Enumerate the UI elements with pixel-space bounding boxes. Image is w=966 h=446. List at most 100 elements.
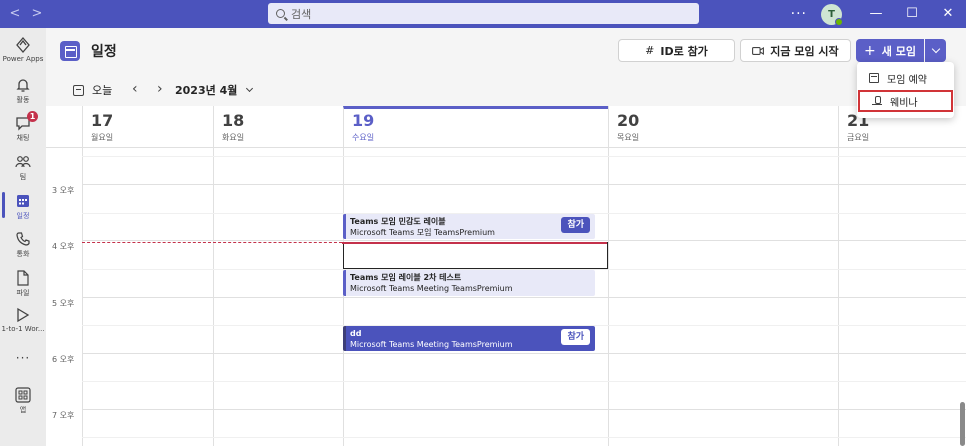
rail-label: 팀 xyxy=(19,173,27,181)
join-event-button[interactable]: 참가 xyxy=(561,329,590,345)
hour-line xyxy=(82,409,966,410)
day-name: 수요일 xyxy=(352,133,375,142)
calendar-add-icon xyxy=(869,73,879,83)
hour-line xyxy=(82,184,966,185)
file-icon xyxy=(17,270,29,286)
join-by-id-label: ID로 참가 xyxy=(660,44,708,58)
event-subtitle: Microsoft Teams Meeting TeamsPremium xyxy=(350,340,513,349)
calendar-icon xyxy=(17,195,29,207)
rail-item-calendar[interactable]: 일정 xyxy=(0,192,46,221)
half-hour-line xyxy=(82,156,966,157)
webinar-icon xyxy=(872,96,882,106)
back-arrow-icon[interactable]: < xyxy=(6,4,24,24)
meet-now-button[interactable]: 지금 모임 시작 xyxy=(740,39,851,62)
calendar-event[interactable]: Teams 모임 레이블 2차 테스트 Microsoft Teams Meet… xyxy=(343,270,595,296)
day-number: 19 xyxy=(352,111,375,130)
new-meeting-dropdown-button[interactable] xyxy=(925,39,946,62)
event-subtitle: Microsoft Teams 모임 TeamsPremium xyxy=(350,228,495,237)
vertical-scrollbar[interactable] xyxy=(960,402,965,446)
new-meeting-button[interactable]: + 새 모임 xyxy=(856,39,924,62)
avatar-initial: T xyxy=(828,8,835,20)
rail-label: 통화 xyxy=(16,250,30,258)
menu-item-label: 모임 예약 xyxy=(887,74,927,86)
day-name: 목요일 xyxy=(617,133,640,142)
event-subtitle: Microsoft Teams Meeting TeamsPremium xyxy=(350,284,513,293)
chevron-down-icon xyxy=(246,84,254,93)
rail-item-activity[interactable]: 활동 xyxy=(0,76,46,105)
rail-label: 활동 xyxy=(16,96,30,104)
video-camera-icon xyxy=(752,46,765,55)
calendar-header: 일정 # ID로 참가 지금 모임 시작 + 새 모임 xyxy=(46,28,966,74)
prev-week-chevron-icon[interactable]: ‹ xyxy=(132,81,138,97)
close-button[interactable]: ✕ xyxy=(930,0,966,28)
page-title: 일정 xyxy=(91,44,117,60)
calendar-app-icon xyxy=(60,41,80,61)
month-label: 2023년 4월 xyxy=(175,84,238,97)
rail-item-calls[interactable]: 통화 xyxy=(0,230,46,259)
menu-item-schedule-meeting[interactable]: 모임 예약 xyxy=(857,67,954,89)
rail-label: 채팅 xyxy=(16,134,30,142)
month-picker[interactable]: 2023년 4월 xyxy=(175,82,254,98)
time-gutter-header xyxy=(46,106,82,148)
today-button[interactable]: 오늘 xyxy=(73,82,112,98)
maximize-button[interactable]: ☐ xyxy=(894,0,930,28)
event-title: dd xyxy=(350,329,362,338)
chat-unread-badge: 1 xyxy=(27,111,38,122)
day-number: 17 xyxy=(91,111,114,130)
search-input[interactable]: 검색 xyxy=(268,3,699,24)
hour-line xyxy=(82,353,966,354)
time-label: 7 오후 xyxy=(52,411,75,420)
rail-item-files[interactable]: 파일 xyxy=(0,269,46,298)
forward-arrow-icon[interactable]: > xyxy=(28,4,46,24)
rail-item-apps[interactable]: 앱 xyxy=(0,386,46,415)
day-number: 18 xyxy=(222,111,245,130)
join-event-button[interactable]: 참가 xyxy=(561,217,590,233)
calendar-event[interactable]: Teams 모임 민감도 레이블 Microsoft Teams 모임 Team… xyxy=(343,214,595,239)
search-placeholder: 검색 xyxy=(291,7,312,21)
minimize-button[interactable]: — xyxy=(858,0,894,28)
phone-icon xyxy=(16,232,30,246)
new-meeting-label: 새 모임 xyxy=(881,44,916,58)
next-week-chevron-icon[interactable]: › xyxy=(157,81,163,97)
rail-item-teams[interactable]: 팀 xyxy=(0,153,46,182)
calendar-event[interactable]: dd Microsoft Teams Meeting TeamsPremium … xyxy=(343,326,595,351)
time-label: 6 오후 xyxy=(52,355,75,364)
bell-icon xyxy=(16,79,30,92)
more-options-icon[interactable]: ··· xyxy=(791,6,807,22)
time-label: 4 오후 xyxy=(52,242,75,251)
calendar-toolbar: 오늘 ‹ › 2023년 4월 xyxy=(46,74,966,106)
teams-icon xyxy=(15,156,31,168)
menu-item-webinar[interactable]: 웨비나 xyxy=(858,90,953,112)
power-apps-icon xyxy=(16,37,30,53)
day-name: 화요일 xyxy=(222,133,245,142)
menu-item-label: 웨비나 xyxy=(890,97,918,109)
rail-item-more[interactable]: ··· xyxy=(0,350,46,365)
titlebar-controls: ··· T — ☐ ✕ xyxy=(791,0,966,28)
plus-icon: + xyxy=(864,42,876,59)
meet-now-label: 지금 모임 시작 xyxy=(770,44,839,58)
rail-label: 앱 xyxy=(19,406,27,414)
play-icon xyxy=(17,307,30,323)
rail-label: 일정 xyxy=(16,212,30,220)
rail-item-chat[interactable]: 1 채팅 xyxy=(0,111,46,143)
selected-time-slot[interactable] xyxy=(343,242,608,269)
more-icon: ··· xyxy=(15,351,31,365)
day-name: 금요일 xyxy=(847,133,870,142)
today-label: 오늘 xyxy=(92,84,113,97)
day-number: 20 xyxy=(617,111,640,130)
rail-item-1to1[interactable]: 1-to-1 Wor... xyxy=(0,306,46,333)
search-icon xyxy=(276,9,285,18)
avatar[interactable]: T xyxy=(821,3,843,26)
week-grid: 17 월요일 18 화요일 19 수요일 20 목요일 21 금요일 3 오후 … xyxy=(46,106,966,446)
hour-line xyxy=(82,297,966,298)
teams-app: < > 검색 ··· T — ☐ ✕ Power Apps 활동 1 채팅 팀 … xyxy=(0,0,966,446)
calendar-today-icon xyxy=(73,84,84,96)
join-by-id-button[interactable]: # ID로 참가 xyxy=(618,39,735,62)
day-name: 월요일 xyxy=(91,133,114,142)
rail-item-power-apps[interactable]: Power Apps xyxy=(0,36,46,63)
rail-label: 파일 xyxy=(16,289,30,297)
half-hour-line xyxy=(82,381,966,382)
half-hour-line xyxy=(82,437,966,438)
time-label: 5 오후 xyxy=(52,299,75,308)
time-label: 3 오후 xyxy=(52,186,75,195)
